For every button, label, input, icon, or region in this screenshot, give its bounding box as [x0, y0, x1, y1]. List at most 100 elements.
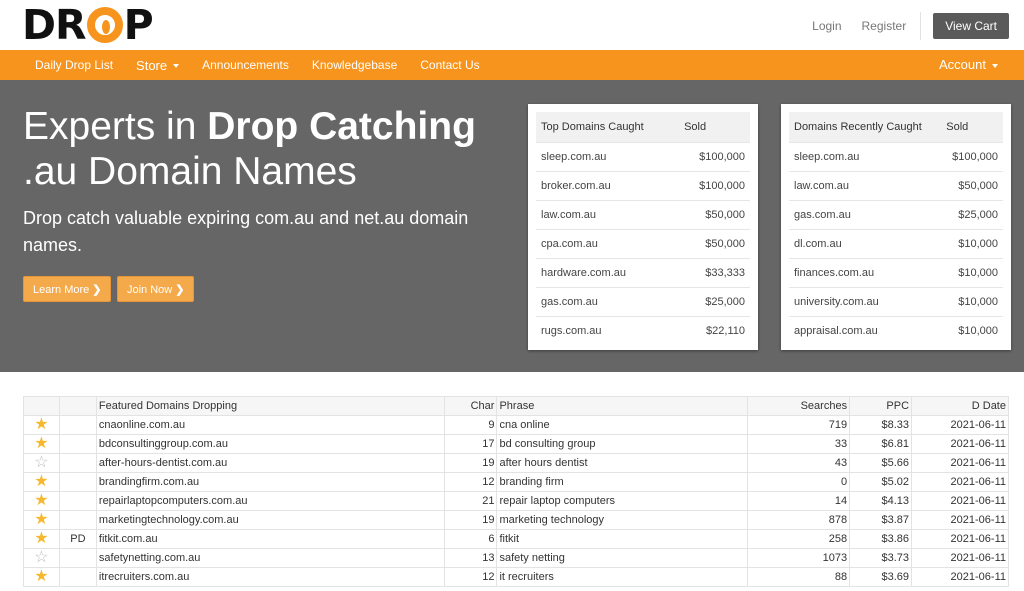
tag-cell: PD: [58, 529, 97, 549]
date-cell: 2021-06-11: [911, 491, 1009, 511]
domain-cell[interactable]: appraisal.com.au: [789, 315, 942, 345]
star-filled-icon[interactable]: ★: [34, 511, 48, 528]
star-empty-icon[interactable]: ☆: [34, 549, 48, 566]
domain-cell[interactable]: university.com.au: [789, 286, 942, 316]
logo-text-left: DR: [22, 1, 87, 49]
logo[interactable]: DR P: [22, 1, 154, 49]
domain-cell[interactable]: sleep.com.au: [789, 141, 942, 171]
col-header: Sold: [941, 112, 1003, 142]
domain-cell[interactable]: rugs.com.au: [536, 315, 680, 345]
table-row: hardware.com.au $33,333: [536, 257, 750, 287]
account-links: Login Register View Cart: [812, 12, 1024, 40]
domain-cell[interactable]: itrecruiters.com.au: [95, 567, 445, 587]
searches-cell: 14: [747, 491, 851, 511]
domain-cell[interactable]: dl.com.au: [789, 228, 942, 258]
tag-cell: [58, 510, 97, 530]
star-filled-icon[interactable]: ★: [34, 568, 48, 585]
table-row: ★ PD fitkit.com.au 6 fitkit 258 $3.86 2021-06-1…: [23, 529, 1009, 549]
star-filled-icon[interactable]: ★: [34, 530, 48, 547]
domain-cell[interactable]: after-hours-dentist.com.au: [95, 453, 445, 473]
table-row: law.com.au $50,000: [536, 199, 750, 229]
phrase-cell: cna online: [496, 415, 749, 435]
domain-cell[interactable]: gas.com.au: [789, 199, 942, 229]
date-cell: 2021-06-11: [911, 567, 1009, 587]
col-header[interactable]: PPC: [849, 396, 913, 416]
domain-cell[interactable]: marketingtechnology.com.au: [95, 510, 445, 530]
logo-text-right: P: [123, 1, 154, 49]
star-cell[interactable]: ★: [23, 472, 60, 492]
star-cell[interactable]: ★: [23, 510, 60, 530]
nav-store-label: Store: [136, 57, 168, 73]
tag-cell: [58, 472, 97, 492]
view-cart-button[interactable]: View Cart: [933, 13, 1009, 39]
table-row: law.com.au $50,000: [789, 170, 1003, 200]
searches-cell: 33: [747, 434, 851, 454]
table-row: cpa.com.au $50,000: [536, 228, 750, 258]
domain-cell[interactable]: cpa.com.au: [536, 228, 680, 258]
domain-cell[interactable]: repairlaptopcomputers.com.au: [95, 491, 445, 511]
table-row: ★ repairlaptopcomputers.com.au 21 repair la…: [23, 491, 1009, 511]
table-row: ★ bdconsultinggroup.com.au 17 bd consulting…: [23, 434, 1009, 454]
domain-cell[interactable]: hardware.com.au: [536, 257, 680, 287]
domain-cell[interactable]: cnaonline.com.au: [95, 415, 445, 435]
domain-cell[interactable]: fitkit.com.au: [95, 529, 445, 549]
nav-account[interactable]: Account: [939, 57, 998, 72]
nav-knowledgebase[interactable]: Knowledgebase: [312, 58, 397, 72]
date-cell: 2021-06-11: [911, 453, 1009, 473]
char-cell: 13: [443, 548, 498, 568]
tag-cell: [58, 415, 97, 435]
learn-more-button[interactable]: Learn More ❯: [23, 276, 112, 302]
star-filled-icon[interactable]: ★: [34, 492, 48, 509]
star-filled-icon[interactable]: ★: [34, 473, 48, 490]
nav-announcements[interactable]: Announcements: [202, 58, 289, 72]
ppc-cell: $3.69: [849, 567, 913, 587]
star-cell[interactable]: ☆: [23, 453, 60, 473]
star-cell[interactable]: ★: [23, 415, 60, 435]
ppc-cell: $6.81: [849, 434, 913, 454]
sold-cell: $50,000: [941, 170, 1003, 200]
star-cell[interactable]: ★: [23, 491, 60, 511]
tag-cell: [58, 453, 97, 473]
table-row: broker.com.au $100,000: [536, 170, 750, 200]
domain-cell[interactable]: law.com.au: [536, 199, 680, 229]
nav-contact-us[interactable]: Contact Us: [420, 58, 479, 72]
sold-cell: $10,000: [941, 315, 1003, 345]
phrase-cell: repair laptop computers: [496, 491, 749, 511]
chevron-down-icon: [173, 64, 180, 69]
login-link[interactable]: Login: [812, 19, 841, 33]
domain-cell[interactable]: safetynetting.com.au: [95, 548, 445, 568]
date-cell: 2021-06-11: [911, 529, 1009, 549]
star-cell[interactable]: ★: [23, 434, 60, 454]
char-cell: 12: [443, 472, 498, 492]
domain-cell[interactable]: bdconsultinggroup.com.au: [95, 434, 445, 454]
col-header[interactable]: Featured Domains Dropping: [95, 396, 445, 416]
domain-cell[interactable]: brandingfirm.com.au: [95, 472, 445, 492]
col-header[interactable]: Char: [443, 396, 498, 416]
domain-cell[interactable]: finances.com.au: [789, 257, 942, 287]
star-cell[interactable]: ★: [23, 529, 60, 549]
star-cell[interactable]: ★: [23, 567, 60, 587]
table-row: sleep.com.au $100,000: [536, 141, 750, 171]
nav-store[interactable]: Store: [136, 57, 180, 73]
hero-title-line2: .au Domain Names: [23, 150, 357, 193]
star-filled-icon[interactable]: ★: [34, 435, 48, 452]
domain-cell[interactable]: gas.com.au: [536, 286, 680, 316]
sold-cell: $10,000: [941, 286, 1003, 316]
register-link[interactable]: Register: [862, 19, 907, 33]
star-filled-icon[interactable]: ★: [34, 416, 48, 433]
date-cell: 2021-06-11: [911, 548, 1009, 568]
nav-daily-drop-list[interactable]: Daily Drop List: [35, 58, 113, 72]
star-empty-icon[interactable]: ☆: [34, 454, 48, 471]
col-header[interactable]: Phrase: [496, 396, 749, 416]
sold-cell: $50,000: [679, 199, 750, 229]
star-cell[interactable]: ☆: [23, 548, 60, 568]
col-header[interactable]: D Date: [911, 396, 1009, 416]
col-header[interactable]: Searches: [747, 396, 851, 416]
domain-cell[interactable]: broker.com.au: [536, 170, 680, 200]
domain-cell[interactable]: law.com.au: [789, 170, 942, 200]
tag-cell: [58, 548, 97, 568]
domain-cell[interactable]: sleep.com.au: [536, 141, 680, 171]
join-now-button[interactable]: Join Now ❯: [117, 276, 195, 302]
table-row: ★ cnaonline.com.au 9 cna online 719 $8.33 2021…: [23, 415, 1009, 435]
table-row: gas.com.au $25,000: [789, 199, 1003, 229]
